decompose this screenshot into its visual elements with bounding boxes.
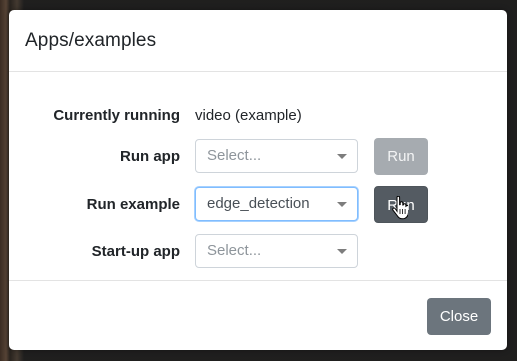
currently-running-label: Currently running	[53, 107, 180, 124]
dialog-body: Currently running video (example) Run ap…	[9, 72, 507, 280]
caret-down-icon	[337, 202, 347, 207]
run-app-label: Run app	[120, 148, 180, 165]
run-app-select-placeholder: Select...	[207, 147, 262, 164]
dialog-footer: Close	[9, 280, 507, 350]
dialog-title: Apps/examples	[25, 30, 157, 51]
apps-examples-dialog: Apps/examples Currently running video (e…	[9, 10, 507, 350]
caret-down-icon	[337, 154, 347, 159]
startup-app-select[interactable]: Select...	[195, 234, 358, 268]
run-example-label: Run example	[86, 196, 180, 213]
close-button[interactable]: Close	[427, 298, 491, 335]
dialog-header: Apps/examples	[9, 10, 507, 72]
caret-down-icon	[337, 249, 347, 254]
hand-pointer-icon	[392, 196, 408, 220]
run-app-select[interactable]: Select...	[195, 139, 358, 173]
run-app-button[interactable]: Run	[374, 138, 428, 175]
run-example-select-value: edge_detection	[207, 195, 310, 212]
currently-running-value: video (example)	[195, 107, 302, 124]
startup-app-select-placeholder: Select...	[207, 242, 262, 259]
run-example-select[interactable]: edge_detection	[195, 187, 358, 221]
startup-app-label: Start-up app	[91, 243, 180, 260]
